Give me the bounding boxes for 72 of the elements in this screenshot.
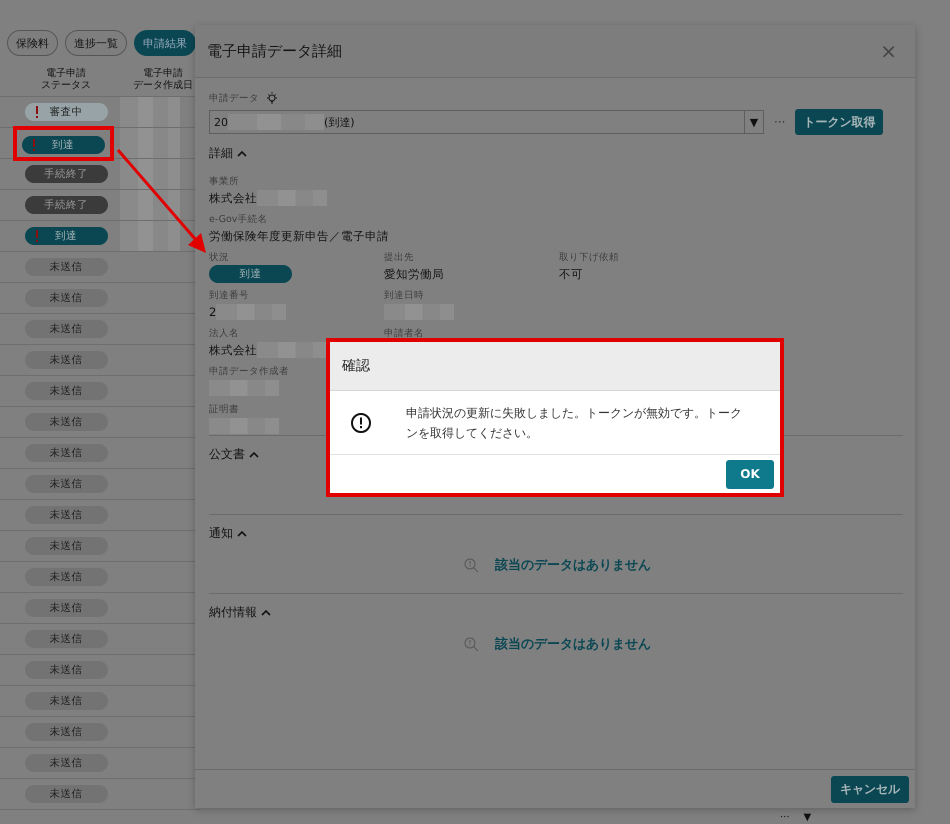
status-badge: 審査中 (24, 103, 108, 121)
token-button[interactable]: トークン取得 (795, 109, 884, 135)
field-label: 事業所 (209, 175, 239, 188)
status-badge: 未送信 (24, 568, 108, 586)
empty-message: 該当のデータはありません (495, 636, 651, 653)
status-badge: 未送信 (24, 754, 108, 772)
field-label: 法人名 (209, 327, 239, 340)
ok-button[interactable]: OK (726, 460, 774, 488)
field-label: 申請データ (209, 92, 259, 104)
status-badge: 未送信 (24, 258, 108, 276)
field-label: 提出先 (384, 251, 414, 264)
field-label: 到達日時 (384, 289, 424, 302)
field-label: e-Gov手続名 (209, 213, 268, 226)
status-badge: 到達 (24, 227, 108, 245)
empty-message: 該当のデータはありません (495, 556, 651, 574)
status-badge: 未送信 (24, 661, 108, 679)
dialog-message: 申請状況の更新に失敗しました。トークンが無効です。トークンを取得してください。 (406, 404, 743, 442)
status-badge: 未送信 (24, 723, 108, 741)
field-value: 2 (209, 305, 216, 319)
more-button[interactable]: ··· (772, 115, 788, 129)
data-select[interactable]: 20 (到達) ▼ (209, 110, 764, 134)
alert-icon (34, 230, 38, 242)
status-badge: 未送信 (24, 413, 108, 431)
status-badge: 到達 (22, 136, 104, 154)
warning-icon (350, 412, 372, 434)
alert-icon (32, 138, 36, 150)
field-value: 不可 (559, 266, 583, 282)
status-badge: 手続終了 (24, 165, 108, 183)
tab[interactable]: 保険料 (7, 30, 58, 56)
field-label: 申請者名 (384, 327, 424, 340)
status-badge: 未送信 (24, 351, 108, 369)
status-badge: 到達 (209, 265, 292, 283)
status-badge: 未送信 (24, 506, 108, 524)
field-label: 申請データ作成者 (209, 365, 289, 378)
corner-control[interactable]: ··· (780, 812, 790, 824)
column-header: ステータス (41, 80, 91, 92)
status-badge: 未送信 (24, 537, 108, 555)
field-value: 労働保険年度更新申告／電子申請 (209, 228, 389, 244)
status-badge: 未送信 (24, 692, 108, 710)
corner-control[interactable]: ▼ (804, 812, 812, 824)
status-badge: 未送信 (24, 475, 108, 493)
field-label: 到達番号 (209, 289, 249, 302)
panel-title: 電子申請データ詳細 (207, 42, 342, 60)
select-value: (到達) (324, 114, 355, 130)
status-badge: 未送信 (24, 444, 108, 462)
status-badge: 手続終了 (24, 196, 108, 214)
section-toggle[interactable]: 公文書 (209, 446, 245, 462)
lightbulb-icon (265, 91, 279, 105)
section-toggle[interactable]: 納付情報 (209, 604, 257, 620)
alert-icon (34, 106, 38, 118)
column-header: データ作成日 (133, 80, 193, 92)
status-badge: 未送信 (24, 599, 108, 617)
status-badge: 未送信 (24, 320, 108, 338)
field-label: 状況 (209, 251, 229, 264)
field-label: 取り下げ依頼 (559, 251, 619, 264)
status-badge: 未送信 (24, 785, 108, 803)
cancel-button[interactable]: キャンセル (831, 776, 909, 802)
field-value: 株式会社 (209, 342, 257, 358)
column-header: 電子申請 (143, 68, 183, 80)
field-label: 証明書 (209, 403, 239, 416)
section-toggle[interactable]: 詳細 (209, 144, 233, 162)
field-value: 株式会社 (209, 190, 257, 206)
tab[interactable]: 進捗一覧 (65, 30, 127, 56)
status-badge: 未送信 (24, 382, 108, 400)
status-badge: 未送信 (24, 630, 108, 648)
column-header: 電子申請 (46, 68, 86, 80)
select-value: 20 (214, 116, 228, 128)
status-badge: 未送信 (24, 289, 108, 307)
dialog-title: 確認 (342, 357, 370, 375)
tab[interactable]: 申請結果 (134, 30, 196, 56)
section-toggle[interactable]: 通知 (209, 524, 233, 542)
field-value: 愛知労働局 (384, 266, 444, 282)
